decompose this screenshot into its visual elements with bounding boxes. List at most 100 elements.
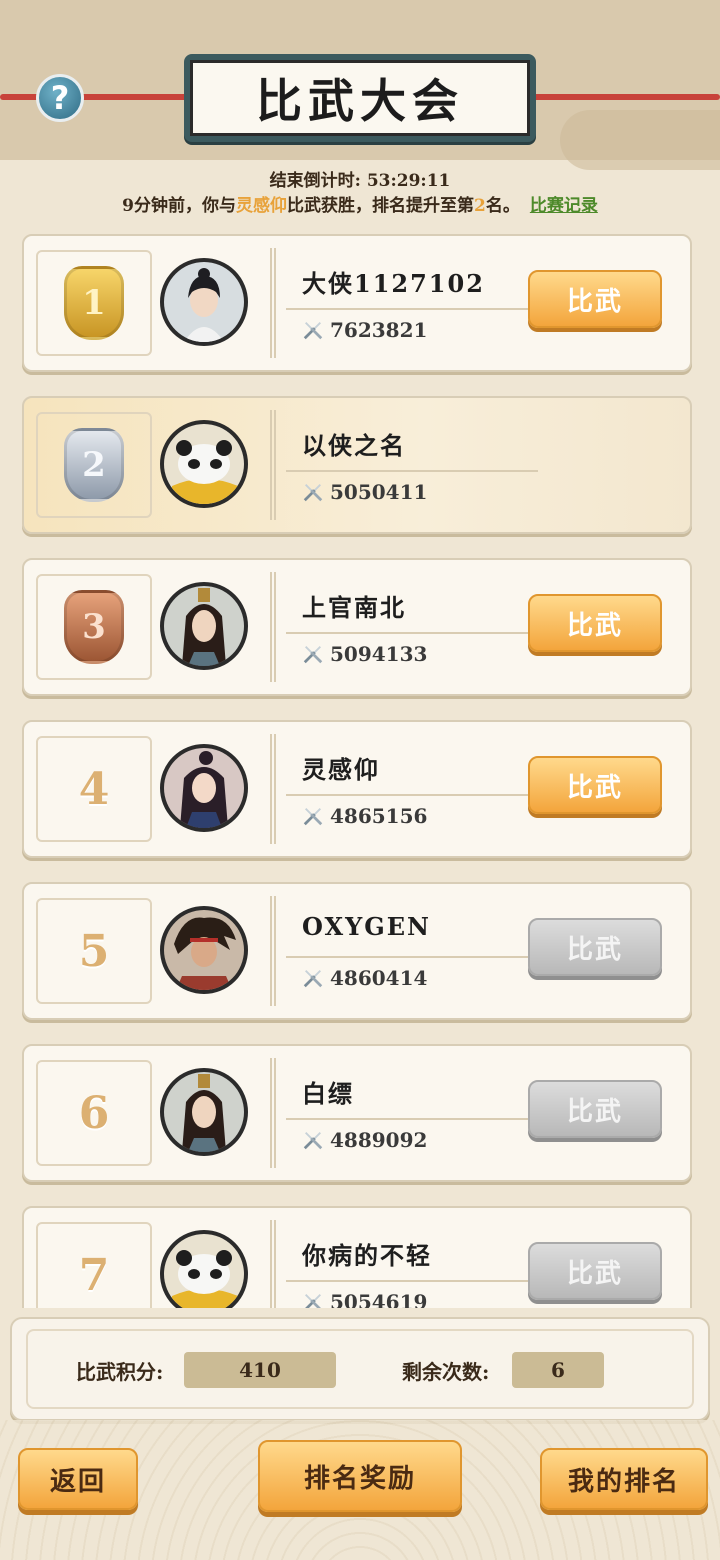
rank-number: 7 bbox=[78, 1249, 110, 1301]
player-name: 大侠1127102 bbox=[302, 269, 485, 298]
divider bbox=[270, 1220, 276, 1308]
combat-power-value: 5054619 bbox=[330, 1290, 428, 1308]
fight-button[interactable]: 比武 bbox=[528, 594, 662, 652]
rank-number: 2 bbox=[82, 445, 106, 485]
player-avatar[interactable] bbox=[160, 906, 248, 994]
combat-power: 5094133 bbox=[302, 642, 427, 666]
countdown-label: 结束倒计时: bbox=[269, 171, 361, 191]
rank-number: 6 bbox=[78, 1087, 110, 1139]
player-name: 上官南北 bbox=[302, 593, 406, 622]
player-name: 白缥 bbox=[302, 1079, 354, 1108]
red-rope-left bbox=[0, 94, 200, 100]
notice-prefix: 9分钟前，你与 bbox=[122, 196, 236, 216]
combat-power: 4860414 bbox=[302, 966, 427, 990]
divider bbox=[270, 572, 276, 682]
player-avatar[interactable] bbox=[160, 1068, 248, 1156]
countdown: 结束倒计时: 53:29:11 bbox=[0, 166, 720, 191]
player-avatar[interactable] bbox=[160, 744, 248, 832]
rank-box: 7 bbox=[36, 1222, 152, 1308]
divider bbox=[270, 410, 276, 520]
player-card: 1 大侠1127102 7623821 比武 bbox=[22, 234, 692, 372]
fight-button[interactable]: 比武 bbox=[528, 1242, 662, 1300]
back-button[interactable]: 返回 bbox=[18, 1448, 138, 1510]
cloud-decoration bbox=[560, 110, 720, 170]
notice-suffix: 名。 bbox=[485, 196, 520, 216]
fight-button[interactable]: 比武 bbox=[528, 270, 662, 328]
rank-box: 1 bbox=[36, 250, 152, 356]
rank-box: 5 bbox=[36, 898, 152, 1004]
divider bbox=[270, 1058, 276, 1168]
sword-icon bbox=[303, 970, 323, 988]
player-card: 4 灵感仰 4865156 比武 bbox=[22, 720, 692, 858]
combat-power-value: 7623821 bbox=[330, 318, 428, 342]
countdown-time: 53:29:11 bbox=[366, 171, 451, 191]
rank-number: 3 bbox=[82, 607, 106, 647]
divider bbox=[286, 1280, 538, 1282]
sword-icon bbox=[303, 484, 323, 502]
fight-button[interactable]: 比武 bbox=[528, 918, 662, 976]
divider bbox=[286, 632, 538, 634]
help-button[interactable]: ? bbox=[36, 74, 84, 122]
divider bbox=[286, 794, 538, 796]
rank-number: 5 bbox=[78, 925, 110, 977]
battle-notice: 9分钟前，你与灵感仰比武获胜，排名提升至第2名。 比赛记录 bbox=[0, 191, 720, 216]
player-avatar[interactable] bbox=[160, 1230, 248, 1308]
divider bbox=[270, 896, 276, 1006]
remaining-label: 剩余次数: bbox=[402, 1360, 490, 1384]
notice-opponent: 灵感仰 bbox=[236, 196, 287, 216]
combat-power: 4865156 bbox=[302, 804, 427, 828]
combat-power: 5050411 bbox=[302, 480, 427, 504]
combat-power: 5054619 bbox=[302, 1290, 427, 1308]
divider bbox=[270, 734, 276, 844]
fight-button[interactable]: 比武 bbox=[528, 756, 662, 814]
combat-power: 4889092 bbox=[302, 1128, 427, 1152]
divider bbox=[286, 470, 538, 472]
combat-power: 7623821 bbox=[302, 318, 427, 342]
player-avatar[interactable] bbox=[160, 582, 248, 670]
rank-number: 4 bbox=[78, 763, 110, 815]
fight-button[interactable]: 比武 bbox=[528, 1080, 662, 1138]
title-plaque: 比武大会 bbox=[184, 54, 536, 142]
points-label: 比武积分: bbox=[76, 1360, 164, 1384]
match-record-link[interactable]: 比赛记录 bbox=[530, 196, 598, 216]
player-avatar[interactable] bbox=[160, 420, 248, 508]
silver-medal-icon: 2 bbox=[64, 428, 124, 502]
combat-power-value: 4860414 bbox=[330, 966, 428, 990]
player-card: 7 你病的不轻 5054619 比武 bbox=[22, 1206, 692, 1308]
red-rope-right bbox=[520, 94, 720, 100]
notice-rank: 2 bbox=[474, 196, 486, 216]
sword-icon bbox=[303, 322, 323, 340]
rank-box: 3 bbox=[36, 574, 152, 680]
divider bbox=[286, 308, 538, 310]
sword-icon bbox=[305, 1294, 321, 1308]
my-rank-button[interactable]: 我的排名 bbox=[540, 1448, 708, 1510]
divider bbox=[270, 248, 276, 358]
player-name: 以侠之名 bbox=[302, 431, 406, 460]
divider bbox=[286, 956, 538, 958]
rank-rewards-button[interactable]: 排名奖励 bbox=[258, 1440, 462, 1512]
remaining-value: 6 bbox=[512, 1352, 604, 1388]
player-card: 6 白缥 4889092 比武 bbox=[22, 1044, 692, 1182]
player-card: 3 上官南北 5094133 比武 bbox=[22, 558, 692, 696]
rank-box: 6 bbox=[36, 1060, 152, 1166]
player-card: 2 以侠之名 5050411 bbox=[22, 396, 692, 534]
bronze-medal-icon: 3 bbox=[64, 590, 124, 664]
page-title: 比武大会 bbox=[190, 60, 530, 136]
player-avatar[interactable] bbox=[160, 258, 248, 346]
question-icon: ? bbox=[50, 79, 70, 117]
notice-middle: 比武获胜，排名提升至第 bbox=[287, 196, 474, 216]
player-name: 灵感仰 bbox=[302, 755, 380, 784]
ranking-list[interactable]: 1 大侠1127102 7623821 比武 2 以侠之名 5050411 3 … bbox=[0, 230, 720, 1308]
sword-icon bbox=[303, 808, 323, 826]
divider bbox=[286, 1118, 538, 1120]
rank-number: 1 bbox=[82, 283, 106, 323]
combat-power-value: 4865156 bbox=[330, 804, 428, 828]
sword-icon bbox=[303, 646, 323, 664]
combat-power-value: 4889092 bbox=[330, 1128, 428, 1152]
points-value: 410 bbox=[184, 1352, 336, 1388]
combat-power-value: 5094133 bbox=[330, 642, 428, 666]
rank-box: 2 bbox=[36, 412, 152, 518]
rank-box: 4 bbox=[36, 736, 152, 842]
combat-power-value: 5050411 bbox=[330, 480, 428, 504]
sword-icon bbox=[303, 1132, 323, 1150]
